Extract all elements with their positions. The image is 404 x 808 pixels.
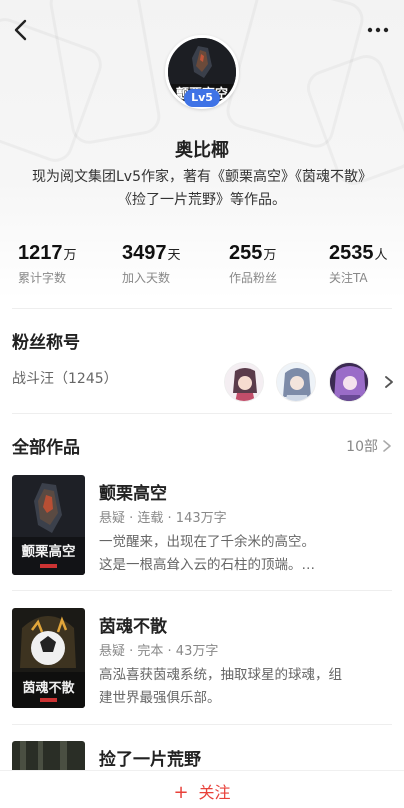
book-title[interactable]: 茵魂不散 (99, 612, 167, 637)
stat-value: 255 (229, 242, 263, 264)
book-description-line: 一觉醒来，出现在了千余米的高空。 (99, 534, 315, 550)
stat-label: 关注TA (329, 271, 368, 285)
book-item[interactable]: 茵魂不散 茵魂不散 悬疑 · 完本 · 43万字 高泓喜获茵魂系统，抽取球星的球… (0, 608, 404, 738)
divider (12, 590, 392, 591)
stat-unit: 天 (167, 248, 181, 263)
stat-unit: 万 (63, 248, 77, 263)
chevron-right-icon[interactable] (382, 439, 392, 453)
cover-title-text: 颤栗高空 (22, 543, 76, 560)
divider (12, 413, 392, 414)
book-description-line: 这是一根高耸入云的石柱的顶端。… (99, 557, 315, 573)
stat-value: 3497 (122, 242, 167, 264)
book-meta: 悬疑 · 连载 · 143万字 (99, 511, 227, 526)
cover-title-text: 茵魂不散 (22, 680, 75, 696)
book-cover-art: 颤栗高空 (12, 475, 85, 575)
fans-section-title: 粉丝称号 (12, 333, 80, 353)
fan-avatar-1[interactable] (224, 362, 264, 402)
author-name: 奥比椰 (175, 140, 229, 161)
author-stats: 1217万 累计字数 3497天 加入天数 255万 作品粉丝 2535人 关注… (0, 242, 404, 302)
stat-label: 作品粉丝 (229, 271, 278, 285)
book-item[interactable]: 捡了一片荒野 (0, 741, 404, 771)
divider (12, 724, 392, 725)
book-meta: 悬疑 · 完本 · 43万字 (99, 644, 219, 659)
book-description: 高泓喜获茵魂系统，抽取球星的球魂，组 建世界最强俱乐部。 (99, 664, 389, 710)
book-description-line: 高泓喜获茵魂系统，抽取球星的球魂，组 (99, 667, 342, 683)
fan-avatar-3-art (330, 363, 368, 401)
fan-avatar-3[interactable] (329, 362, 369, 402)
stat-value: 2535 (329, 242, 374, 264)
more-horizontal-icon[interactable] (366, 20, 390, 40)
book-item[interactable]: 颤栗高空 颤栗高空 悬疑 · 连载 · 143万字 一觉醒来，出现在了千余米的高… (0, 475, 404, 605)
author-bio: 现为阅文集团Lv5作家，著有《颤栗高空》《茵魂不散》《捡了一片荒野》等作品。 (32, 169, 372, 208)
chevron-left-icon[interactable] (10, 18, 32, 42)
fan-avatar-1-art (225, 363, 263, 401)
stat-label: 加入天数 (122, 271, 171, 285)
book-description: 一觉醒来，出现在了千余米的高空。 这是一根高耸入云的石柱的顶端。… (99, 531, 389, 577)
fan-avatar-2-art (277, 363, 315, 401)
fan-avatar-2[interactable] (276, 362, 316, 402)
stat-total-words: 1217万 累计字数 (18, 242, 77, 302)
follow-label: 关注 (198, 783, 231, 802)
book-cover[interactable] (12, 741, 85, 771)
follow-bar: + 关注 (0, 770, 404, 808)
fan-rank-text[interactable]: 战斗汪（1245） (12, 368, 118, 388)
book-title[interactable]: 颤栗高空 (99, 479, 167, 504)
works-section-title: 全部作品 (12, 438, 80, 458)
stat-label: 累计字数 (18, 271, 67, 285)
book-cover[interactable]: 颤栗高空 (12, 475, 85, 575)
book-title[interactable]: 捡了一片荒野 (99, 745, 201, 770)
stat-followers[interactable]: 2535人 关注TA (329, 242, 388, 302)
works-count[interactable]: 10部 (346, 436, 378, 456)
stat-days-joined: 3497天 加入天数 (122, 242, 181, 302)
follow-button[interactable]: + 关注 (173, 779, 230, 803)
stat-fans: 255万 作品粉丝 (229, 242, 277, 302)
plus-icon: + (173, 782, 189, 803)
stat-value: 1217 (18, 242, 63, 264)
stat-unit: 人 (374, 248, 388, 263)
level-badge: Lv5 (184, 89, 220, 107)
book-cover-art: 茵魂不散 (12, 608, 85, 708)
book-cover-art (12, 741, 85, 771)
chevron-right-icon[interactable] (384, 375, 394, 389)
divider (12, 308, 392, 309)
stat-unit: 万 (263, 248, 277, 263)
book-description-line: 建世界最强俱乐部。 (99, 690, 221, 706)
book-cover[interactable]: 茵魂不散 (12, 608, 85, 708)
